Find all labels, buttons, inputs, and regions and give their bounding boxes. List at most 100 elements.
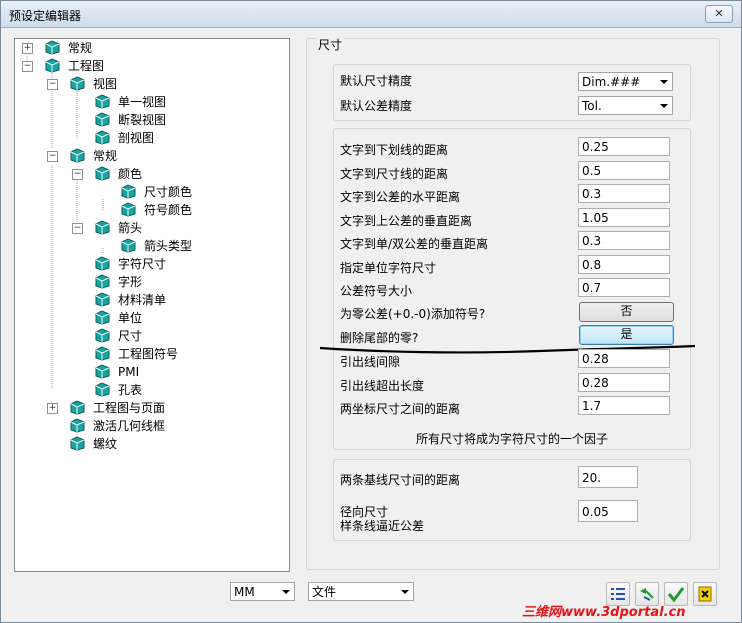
factor-note: 所有尺寸将成为字符尺寸的一个因子 [415,432,608,446]
tree-item-label: 尺寸颜色 [144,185,193,199]
close-button[interactable]: ✕ [705,5,733,23]
field-label: 公差符号大小 [340,284,413,298]
tree-item-label: 视图 [93,77,118,91]
zero-tolerance-label: 为零公差(+0.-0)添加符号? [340,307,486,321]
field-label: 文字到下划线的距离 [340,143,449,157]
tree-item-label: 箭头类型 [144,239,193,253]
folder-cube-icon [121,238,136,253]
baseline-label: 两条基线尺寸间的距离 [340,473,461,487]
tolerance-value: Tol. [582,99,602,113]
field-input[interactable]: 0.8 [578,254,670,274]
chevron-down-icon [401,590,409,594]
tolerance-select[interactable]: Tol. [578,96,673,115]
tree-item-label: 工程图符号 [118,347,179,361]
precision-value: Dim.### [582,75,641,89]
expand-icon[interactable]: + [22,43,33,54]
tree-item-label: PMI [118,365,140,379]
collapse-icon[interactable]: − [47,79,58,90]
folder-cube-icon [95,166,110,181]
folder-cube-icon [95,292,110,307]
field-input[interactable]: 0.3 [578,231,670,250]
field-input[interactable]: 0.28 [578,372,670,392]
folder-cube-icon [121,202,136,217]
tree-item-label: 字形 [118,275,143,289]
tree-item-label: 颜色 [118,167,143,181]
tree-item-label: 孔表 [118,383,143,397]
tree-item-label: 螺纹 [93,437,118,451]
field-input[interactable]: 1.05 [578,207,670,227]
tree-item-label: 材料清单 [118,293,167,307]
field-label: 引出线超出长度 [340,378,425,393]
chevron-down-icon [660,80,668,84]
spline-tolerance-input[interactable]: 0.05 [578,500,638,522]
field-label: 引出线间隙 [340,355,401,369]
folder-cube-icon [95,382,110,397]
field-input[interactable]: 0.3 [578,184,670,203]
expand-icon[interactable]: + [47,403,58,414]
folder-cube-icon [95,328,110,343]
tree-item-label: 工程图 [68,59,105,73]
tolerance-label: 默认公差精度 [340,99,413,113]
folder-cube-icon [95,220,110,235]
tree-item-label: 单一视图 [118,95,167,109]
folder-cube-icon [70,148,85,163]
field-input[interactable]: 0.5 [578,160,670,180]
folder-cube-icon [121,184,136,199]
field-label: 文字到上公差的垂直距离 [340,213,473,228]
baseline-input[interactable]: 20. [578,466,638,488]
field-input[interactable]: 0.7 [578,278,670,297]
reset-button[interactable] [693,582,717,606]
folder-cube-icon [70,436,85,451]
folder-cube-icon [70,400,85,415]
tree-item-label: 尺寸 [118,329,143,343]
folder-cube-icon [95,274,110,289]
spline-tolerance-label: 样条线逼近公差 [340,519,425,533]
window-title: 预设定编辑器 [9,9,82,23]
field-label: 文字到公差的水平距离 [340,190,461,204]
collapse-icon[interactable]: − [47,151,58,162]
field-label: 文字到尺寸线的距离 [340,166,449,181]
folder-cube-icon [45,58,60,73]
tree-item-label: 符号颜色 [144,203,193,217]
folder-cube-icon [95,364,110,379]
field-input[interactable]: 1.7 [578,396,670,415]
collapse-icon[interactable]: − [72,223,83,234]
title-bar: 预设定编辑器 ✕ [1,1,741,28]
tree-item-label: 激活几何线框 [93,419,166,433]
field-input[interactable]: 0.25 [578,137,670,156]
field-label: 文字到单/双公差的垂直距离 [340,237,489,251]
folder-cube-icon [45,40,60,55]
field-label: 指定单位字符尺寸 [340,260,437,275]
precision-label: 默认尺寸精度 [340,74,413,88]
field-label: 两坐标尺寸之间的距离 [340,402,461,416]
tree-item-label: 箭头 [118,221,143,235]
folder-cube-icon [95,130,110,145]
tree-item-label: 工程图与页面 [93,401,166,415]
zero-tolerance-button[interactable]: 否 [579,302,674,322]
units-value: MM [234,585,255,599]
collapse-icon[interactable]: − [72,169,83,180]
units-select[interactable]: MM [230,582,295,601]
folder-cube-icon [95,310,110,325]
file-select[interactable]: 文件 [308,582,414,601]
precision-select[interactable]: Dim.### [578,72,673,91]
watermark: 三维网www.3dportal.cn [522,605,686,620]
folder-cube-icon [95,256,110,271]
chevron-down-icon [660,104,668,108]
file-value: 文件 [312,585,337,599]
tree-item-label: 常规 [68,41,93,55]
folder-cube-icon [95,94,110,109]
chevron-down-icon [282,590,290,594]
field-input[interactable]: 0.28 [578,349,670,368]
folder-cube-icon [70,76,85,91]
tree-item-label: 断裂视图 [118,113,167,127]
folder-cube-icon [95,346,110,361]
tree-item-label: 单位 [118,311,143,325]
tree-item-label: 字符尺寸 [118,257,167,271]
collapse-icon[interactable]: − [22,61,33,72]
tree-item-label: 剖视图 [118,131,155,145]
folder-cube-icon [95,112,110,127]
section-title: 尺寸 [316,36,345,53]
reset-icon [698,586,712,602]
folder-cube-icon [70,418,85,433]
